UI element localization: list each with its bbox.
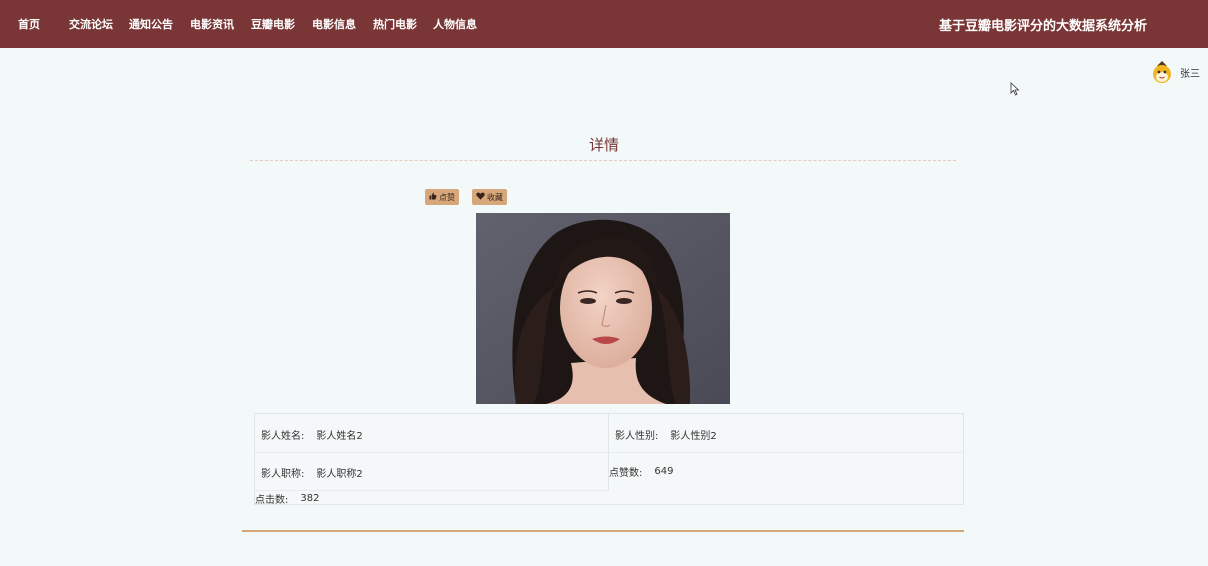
heart-icon — [476, 192, 485, 202]
cartoon-avatar-icon — [1151, 60, 1173, 84]
detail-name-value: 影人姓名2 — [316, 431, 363, 442]
like-button[interactable]: 点赞 — [425, 189, 459, 205]
favorite-button[interactable]: 收藏 — [472, 189, 507, 205]
detail-clicks-label: 点击数: — [255, 495, 289, 506]
detail-gender-value: 影人性别2 — [670, 431, 717, 442]
site-title: 基于豆瓣电影评分的大数据系统分析 — [938, 19, 1147, 34]
nav-item-movie-news[interactable]: 电影资讯 — [190, 16, 234, 32]
page-title: 详情 — [588, 136, 619, 154]
bottom-divider — [242, 530, 964, 532]
detail-likes-label: 点赞数: — [609, 468, 643, 479]
detail-gender: 影人性别: 影人性别2 — [615, 427, 717, 442]
user-menu[interactable]: 张三 — [1151, 60, 1200, 84]
nav-item-hot-movies[interactable]: 热门电影 — [373, 16, 417, 32]
like-label: 点赞 — [439, 192, 455, 202]
user-name: 张三 — [1180, 68, 1200, 80]
nav-item-douban-movies[interactable]: 豆瓣电影 — [251, 16, 295, 32]
detail-name-label: 影人姓名: — [261, 431, 305, 442]
person-details-table: 影人姓名: 影人姓名2 影人性别: 影人性别2 影人职称: 影人职称2 点赞数:… — [254, 413, 964, 506]
thumbs-up-icon — [429, 192, 437, 202]
detail-clicks-value: 382 — [300, 493, 320, 504]
favorite-label: 收藏 — [487, 192, 503, 202]
top-nav-bar: 首页 交流论坛 通知公告 电影资讯 豆瓣电影 电影信息 热门电影 人物信息 基于… — [0, 0, 1208, 48]
nav-item-notices[interactable]: 通知公告 — [129, 16, 173, 32]
nav-item-home[interactable]: 首页 — [18, 16, 40, 32]
detail-title: 影人职称: 影人职称2 — [261, 465, 363, 480]
mouse-cursor-icon — [1010, 81, 1020, 96]
nav-item-forum[interactable]: 交流论坛 — [69, 16, 113, 32]
detail-title-value: 影人职称2 — [316, 469, 363, 480]
detail-name: 影人姓名: 影人姓名2 — [261, 427, 363, 442]
detail-likes: 点赞数: 649 — [609, 464, 673, 479]
detail-title-label: 影人职称: — [261, 469, 305, 480]
title-divider — [250, 160, 956, 161]
detail-gender-label: 影人性别: — [615, 431, 659, 442]
nav-item-people[interactable]: 人物信息 — [433, 16, 477, 32]
nav-item-movie-info[interactable]: 电影信息 — [312, 16, 356, 32]
detail-likes-value: 649 — [654, 466, 674, 477]
person-photo — [476, 213, 730, 404]
detail-clicks: 点击数: 382 — [255, 491, 319, 506]
